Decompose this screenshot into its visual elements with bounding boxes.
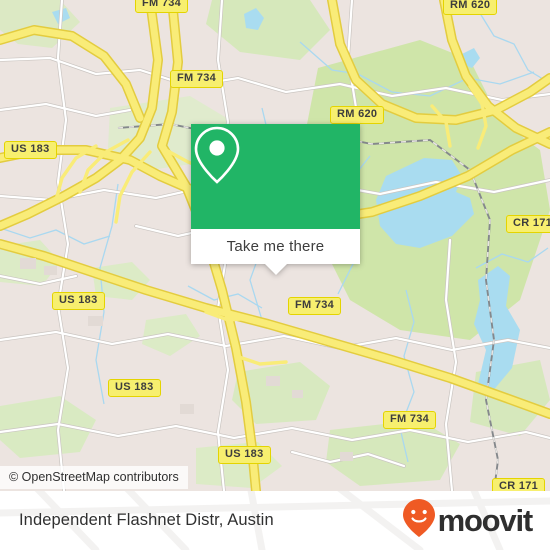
road-shield: US 183: [108, 379, 161, 397]
road-shield: US 183: [218, 446, 271, 464]
moovit-wordmark: moovit: [437, 503, 534, 538]
place-popup[interactable]: Take me there: [191, 124, 360, 275]
road-shield: FM 734: [135, 0, 189, 13]
take-me-there-label: Take me there: [226, 238, 325, 255]
osm-attribution[interactable]: © OpenStreetMap contributors: [0, 466, 188, 489]
road-shield: FM 734: [170, 70, 224, 88]
map-screenshot: FM 734 RM 620 FM 734 RM 620 US 183 CR 171 US 1…: [0, 0, 550, 550]
moovit-pin-icon: [402, 498, 436, 543]
moovit-logo[interactable]: moovit: [402, 498, 534, 543]
road-shield: CR 171: [492, 478, 546, 491]
popup-header: [191, 124, 360, 229]
road-shield: FM 734: [288, 297, 342, 315]
road-shield: US 183: [4, 141, 57, 159]
map-canvas[interactable]: FM 734 RM 620 FM 734 RM 620 US 183 CR 171 US 1…: [0, 0, 550, 491]
road-shield: RM 620: [443, 0, 498, 15]
road-shield: FM 734: [383, 411, 437, 429]
road-shield: US 183: [52, 292, 105, 310]
footer-bar: Independent Flashnet Distr, Austin moovi…: [0, 491, 550, 550]
popup-arrow: [264, 264, 287, 275]
road-shield: CR 171: [506, 215, 550, 233]
road-shield: RM 620: [330, 106, 385, 124]
place-title: Independent Flashnet Distr, Austin: [19, 511, 274, 529]
take-me-there-button[interactable]: Take me there: [191, 229, 360, 264]
